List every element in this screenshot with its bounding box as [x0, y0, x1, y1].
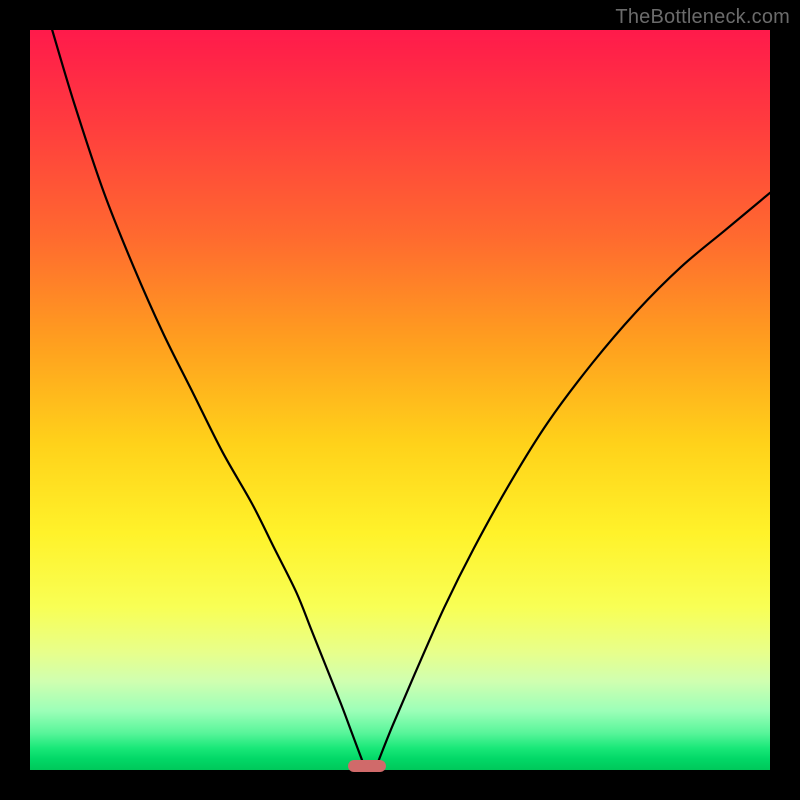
watermark-text: TheBottleneck.com [615, 6, 790, 29]
curve-left-branch [52, 30, 363, 763]
plot-area [30, 30, 770, 770]
chart-frame: TheBottleneck.com [0, 0, 800, 800]
curve-right-branch [378, 193, 770, 763]
optimum-marker [348, 760, 386, 772]
bottleneck-curve [30, 30, 770, 770]
